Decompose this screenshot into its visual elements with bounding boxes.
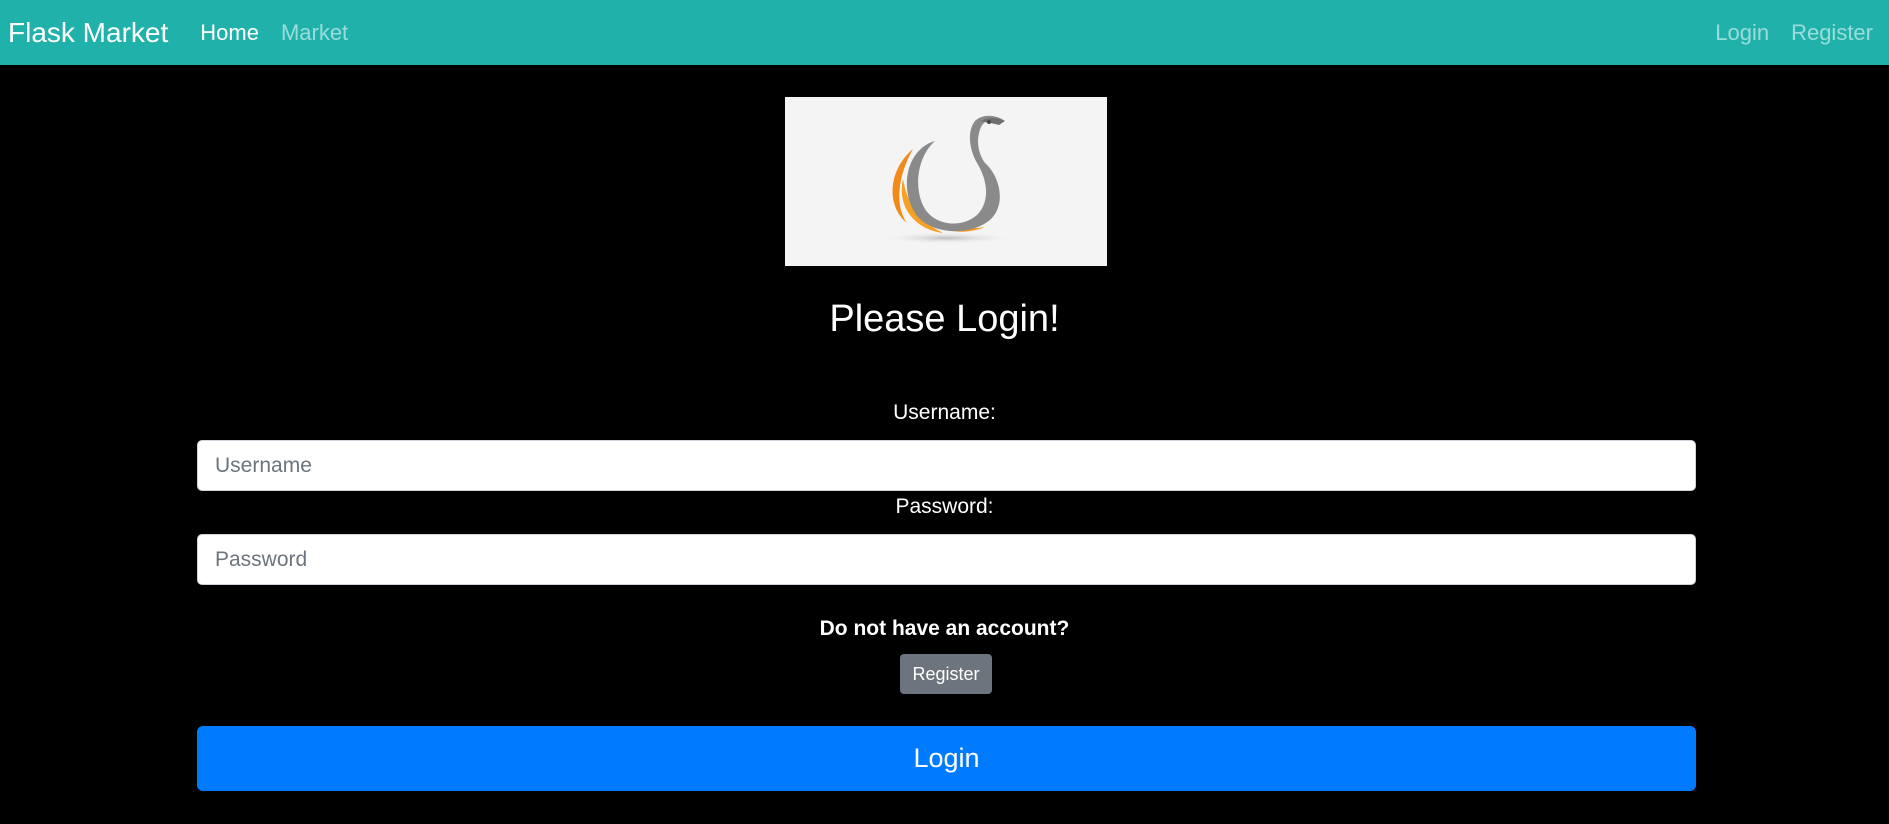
nav-link-market[interactable]: Market	[281, 20, 348, 46]
register-button[interactable]: Register	[900, 654, 992, 694]
username-input[interactable]	[197, 440, 1696, 491]
password-input[interactable]	[197, 534, 1696, 585]
username-label: Username:	[893, 401, 996, 424]
nav-link-register[interactable]: Register	[1791, 20, 1873, 46]
password-label: Password:	[895, 495, 994, 518]
logo-image	[785, 97, 1107, 266]
no-account-text: Do not have an account?	[819, 617, 1070, 640]
nav-link-login[interactable]: Login	[1715, 20, 1769, 46]
swan-logo-icon	[879, 115, 1015, 244]
login-page: Please Login! Username: Password: Do not…	[0, 65, 1889, 824]
top-navbar: Flask Market Home Market Login Register	[0, 0, 1889, 65]
nav-left-links: Home Market	[200, 20, 370, 46]
page-title: Please Login!	[829, 298, 1060, 340]
brand-link[interactable]: Flask Market	[8, 17, 168, 49]
login-button[interactable]: Login	[197, 726, 1696, 791]
nav-right-links: Login Register	[1715, 20, 1881, 46]
nav-link-home[interactable]: Home	[200, 20, 259, 46]
